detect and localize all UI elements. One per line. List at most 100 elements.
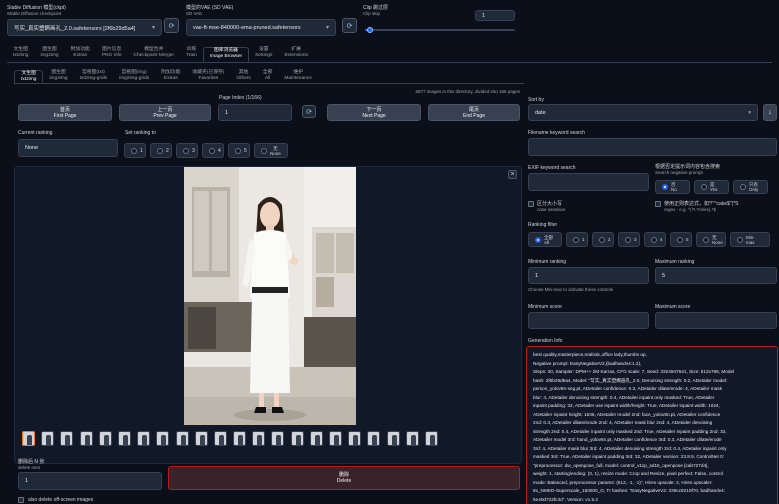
subtab-txt2img-grids[interactable]: 宫格图(txt) txt2img-grids [74, 70, 113, 83]
subtab-img2img-grids[interactable]: 宫格图(img) img2img-grids [113, 70, 155, 83]
regex-checkbox[interactable]: 使用正则表达式，如*!"^cake$"(*S regex - e.g. ^(?!.… [655, 201, 773, 212]
ranking-filter-option-3[interactable]: 3 [618, 232, 640, 247]
negative-option-no[interactable]: 否 No [655, 180, 690, 194]
page-refresh-button[interactable]: ⟳ [302, 105, 316, 118]
gallery-thumbnail[interactable] [137, 431, 151, 446]
vae-dropdown[interactable]: vae-ft-mse-840000-ema-pruned.safetensors… [186, 19, 336, 36]
prev-page-button[interactable]: 上一页 Prev Page [119, 104, 211, 121]
first-page-button[interactable]: 首页 First Page [18, 104, 112, 121]
gallery-thumbnail[interactable] [252, 431, 266, 446]
case-sensitive-checkbox[interactable]: 区分大小写 case sensitive [528, 201, 565, 212]
gallery-thumbnail[interactable] [386, 431, 400, 446]
max-ranking-input[interactable]: 5 [655, 267, 777, 284]
gallery-thumbnail[interactable] [117, 431, 131, 446]
delete-next-input[interactable]: 1 [18, 472, 162, 490]
radio-dot[interactable] [651, 236, 657, 243]
end-page-button[interactable]: 尾页 End Page [428, 104, 520, 121]
ranking-filter-option-all[interactable]: 全部 All [528, 232, 562, 247]
checkbox-box[interactable] [18, 497, 24, 503]
radio-dot[interactable] [209, 147, 215, 154]
ranking-filter-option-none[interactable]: 无 None [696, 232, 726, 247]
preview-image[interactable] [184, 167, 356, 425]
tab-extras[interactable]: 附加功能 Extras [65, 47, 96, 62]
gallery-thumbnail[interactable] [60, 431, 74, 446]
radio-dot[interactable] [662, 184, 668, 190]
ranking-filter-option-5[interactable]: 5 [670, 232, 692, 247]
set-ranking-option-1[interactable]: 1 [124, 143, 146, 158]
max-score-input[interactable] [655, 312, 777, 329]
tab-settings[interactable]: 设置 Settings [249, 47, 278, 62]
generation-info-textbox[interactable]: best quality,masterpiece,realistic,offic… [526, 346, 778, 504]
min-score-input[interactable] [528, 312, 649, 329]
gallery-thumbnail[interactable] [271, 431, 285, 446]
radio-dot[interactable] [183, 147, 189, 154]
checkbox-box[interactable] [528, 201, 534, 207]
gallery-thumbnail[interactable] [290, 431, 304, 446]
tab-img2img[interactable]: 图生图 img2img [34, 47, 64, 62]
checkpoint-dropdown[interactable]: 写实_真实塑婀画孔_2.0.safetensors [2f6b29d5a4] ▾ [7, 19, 162, 36]
gallery-thumbnail[interactable] [213, 431, 227, 446]
checkpoint-refresh-button[interactable]: ⟳ [164, 18, 179, 33]
min-ranking-input[interactable]: 1 [528, 267, 649, 284]
subtab-txt2img[interactable]: 文生图 txt2img [14, 70, 44, 83]
set-ranking-option-3[interactable]: 3 [176, 143, 198, 158]
subtab-all[interactable]: 全部 All [257, 70, 279, 83]
clip-skip-slider[interactable] [365, 27, 515, 33]
tab-extensions[interactable]: 扩展 Extensions [278, 47, 313, 62]
close-preview-button[interactable]: × [508, 170, 517, 179]
radio-dot[interactable] [599, 236, 605, 243]
radio-dot[interactable] [261, 147, 267, 154]
exif-search-input[interactable] [528, 173, 649, 191]
gallery-thumbnail[interactable] [405, 431, 419, 446]
subtab-maintenance[interactable]: 维护 Maintenance [278, 70, 317, 83]
gallery-thumbnail[interactable] [175, 431, 189, 446]
gallery-thumbnail[interactable] [156, 431, 170, 446]
subtab-img2img[interactable]: 图生图 img2img [43, 70, 73, 83]
clip-skip-number-input[interactable]: 1 [475, 10, 515, 21]
slider-knob[interactable] [367, 27, 373, 33]
gallery-thumbnail[interactable] [41, 431, 55, 446]
radio-dot[interactable] [535, 236, 541, 243]
gallery-thumbnail[interactable] [309, 431, 323, 446]
tab-image-browser[interactable]: 图库浏览器 Image Browser [202, 47, 250, 62]
radio-dot[interactable] [703, 236, 709, 243]
next-page-button[interactable]: 下一页 Next Page [327, 104, 421, 121]
negative-option-only[interactable]: 只有 Only [733, 180, 768, 194]
gallery-thumbnail[interactable] [367, 431, 381, 446]
radio-dot[interactable] [573, 236, 579, 243]
set-ranking-option-4[interactable]: 4 [202, 143, 224, 158]
subtab-others[interactable]: 其他 Others [230, 70, 256, 83]
sort-by-dropdown[interactable]: date ▾ [528, 104, 758, 121]
radio-dot[interactable] [737, 236, 743, 243]
subtab-favorites[interactable]: 收藏夹(已保存) Favorites [186, 70, 230, 83]
radio-dot[interactable] [701, 184, 707, 190]
tab-txt2img[interactable]: 文生图 txt2img [7, 47, 34, 62]
filename-search-input[interactable] [528, 138, 777, 156]
tab-train[interactable]: 训练 Train [180, 47, 203, 62]
sort-order-button[interactable]: ↓ [763, 104, 777, 121]
set-ranking-option-none[interactable]: 无 None [254, 143, 288, 158]
ranking-filter-option-min-max[interactable]: Min-max [730, 232, 770, 247]
negative-option-yes[interactable]: 是 Yes [694, 180, 729, 194]
gallery-thumbnail[interactable] [194, 431, 208, 446]
ranking-filter-option-1[interactable]: 1 [566, 232, 588, 247]
gallery-thumbnail[interactable] [348, 431, 362, 446]
ranking-filter-option-2[interactable]: 2 [592, 232, 614, 247]
checkbox-box[interactable] [655, 201, 661, 207]
radio-dot[interactable] [625, 236, 631, 243]
set-ranking-option-5[interactable]: 5 [228, 143, 250, 158]
gallery-thumbnail[interactable] [233, 431, 247, 446]
page-index-input[interactable]: 1 [218, 104, 292, 121]
gallery-thumbnail[interactable] [79, 431, 93, 446]
gallery-thumbnail[interactable] [329, 431, 342, 446]
radio-dot[interactable] [740, 184, 746, 190]
tab-checkpoint-merger[interactable]: 模型合并 Checkpoint Merger [128, 47, 181, 62]
radio-dot[interactable] [131, 147, 137, 154]
vae-refresh-button[interactable]: ⟳ [342, 18, 357, 33]
radio-dot[interactable] [157, 147, 163, 154]
set-ranking-option-2[interactable]: 2 [150, 143, 172, 158]
also-delete-checkbox[interactable]: also delete off-screen images [18, 497, 93, 503]
tab-png-info[interactable]: 图片信息 PNG Info [96, 47, 128, 62]
delete-button[interactable]: 删除 Delete [168, 466, 520, 490]
gallery-thumbnail[interactable] [98, 431, 112, 446]
